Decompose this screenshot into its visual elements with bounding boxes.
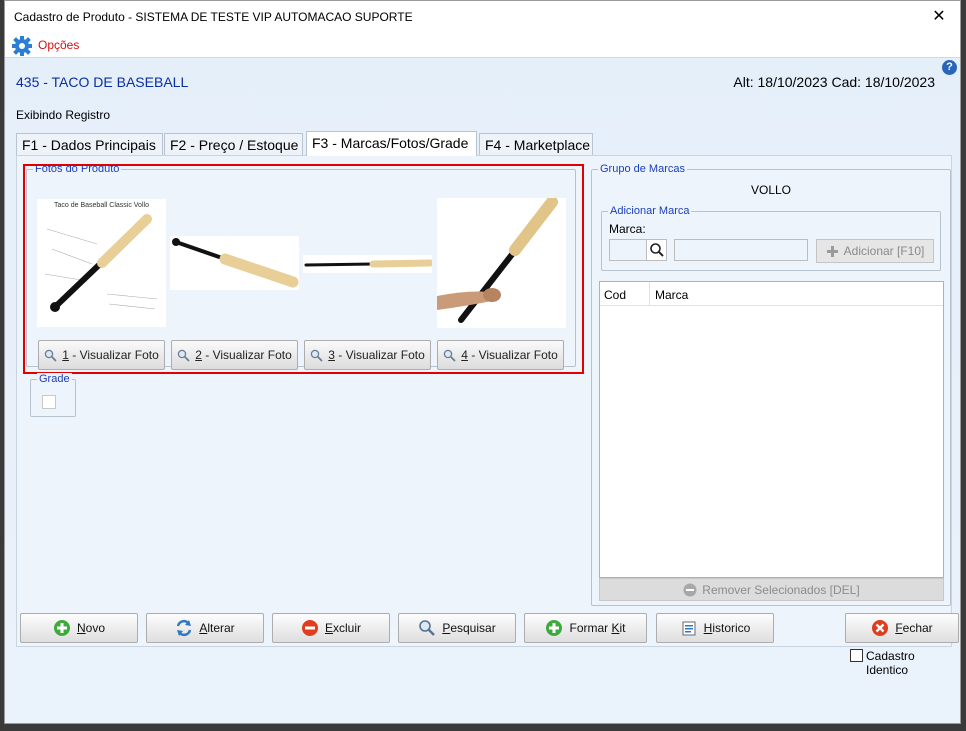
plus-circle-icon bbox=[53, 620, 70, 636]
refresh-icon bbox=[177, 619, 192, 637]
column-cod[interactable]: Cod bbox=[600, 282, 650, 306]
close-icon[interactable]: ✕ bbox=[926, 5, 952, 29]
help-icon[interactable]: ? bbox=[942, 60, 957, 75]
column-marca[interactable]: Marca bbox=[651, 282, 941, 306]
fechar-key: F bbox=[895, 621, 903, 635]
title-bar: Cadastro de Produto - SISTEMA DE TESTE V… bbox=[5, 1, 960, 34]
excluir-label: xcluir bbox=[333, 621, 362, 635]
table-header: Cod Marca bbox=[600, 282, 943, 306]
excluir-button[interactable]: Excluir bbox=[272, 613, 390, 643]
tab-marketplace[interactable]: F4 - Marketplace bbox=[479, 133, 593, 156]
marcas-group: Grupo de Marcas VOLLO Adicionar Marca Ma… bbox=[591, 163, 951, 606]
grade-legend: Grade bbox=[37, 373, 72, 385]
fechar-button[interactable]: Fechar bbox=[845, 613, 959, 643]
formar-kit-key: K bbox=[611, 621, 620, 635]
alterar-label: lterar bbox=[207, 621, 235, 635]
formar-kit-button[interactable]: Formar Kit bbox=[524, 613, 647, 643]
excluir-key: E bbox=[324, 621, 333, 635]
remove-selected-button[interactable]: Remover Selecionados [DEL] bbox=[599, 578, 944, 601]
minus-circle-icon bbox=[301, 620, 318, 636]
search-icon bbox=[419, 620, 436, 636]
marca-name-input[interactable] bbox=[674, 239, 808, 261]
plus-icon bbox=[826, 245, 838, 257]
record-status: Exibindo Registro bbox=[16, 108, 111, 122]
historico-label: istorico bbox=[712, 621, 751, 635]
highlight-box bbox=[23, 164, 584, 374]
marcas-legend: Grupo de Marcas bbox=[598, 163, 687, 175]
remove-selected-label: Remover Selecionados [DEL] bbox=[702, 582, 860, 597]
alterar-button[interactable]: Alterar bbox=[146, 613, 264, 643]
tab-preco-estoque[interactable]: F2 - Preço / Estoque bbox=[164, 133, 303, 156]
pesquisar-button[interactable]: Pesquisar bbox=[398, 613, 516, 643]
grade-checkbox[interactable] bbox=[42, 395, 56, 409]
tab-panel: Fotos do Produto Taco de Baseball Classi… bbox=[16, 155, 952, 647]
marca-search-button[interactable] bbox=[646, 240, 666, 260]
novo-key: N bbox=[76, 621, 86, 635]
fechar-label: echar bbox=[902, 621, 933, 635]
marca-label: Marca: bbox=[609, 222, 646, 236]
tab-dados-principais[interactable]: F1 - Dados Principais bbox=[16, 133, 163, 156]
formar-kit-pre: Formar bbox=[569, 621, 612, 635]
product-title: 435 - TACO DE BASEBALL bbox=[16, 74, 189, 90]
pesquisar-label: esquisar bbox=[450, 621, 496, 635]
add-brand-group: Adicionar Marca Marca: Adicionar [F10] bbox=[601, 205, 941, 271]
marcas-table: Cod Marca bbox=[599, 281, 944, 578]
cadastro-identico-checkbox[interactable] bbox=[850, 649, 863, 662]
add-brand-label: Adicionar [F10] bbox=[843, 244, 925, 258]
window-title: Cadastro de Produto - SISTEMA DE TESTE V… bbox=[14, 10, 413, 24]
menu-opcoes[interactable]: Opções bbox=[38, 38, 79, 52]
cadastro-identico-label: Cadastro Identico bbox=[866, 649, 915, 677]
historico-button[interactable]: Historico bbox=[656, 613, 774, 643]
product-window: Cadastro de Produto - SISTEMA DE TESTE V… bbox=[4, 0, 961, 724]
gear-icon[interactable] bbox=[11, 35, 33, 57]
brand-value: VOLLO bbox=[750, 183, 792, 197]
search-icon bbox=[650, 243, 664, 257]
grade-group: Grade bbox=[30, 373, 76, 417]
tab-marcas-fotos-grade[interactable]: F3 - Marcas/Fotos/Grade bbox=[306, 131, 477, 156]
product-dates: Alt: 18/10/2023 Cad: 18/10/2023 bbox=[733, 74, 935, 90]
close-circle-icon bbox=[872, 620, 889, 636]
minus-circle-icon bbox=[683, 583, 697, 596]
add-brand-legend: Adicionar Marca bbox=[608, 205, 692, 217]
formar-kit-label: it bbox=[619, 621, 626, 635]
novo-label: ovo bbox=[85, 621, 106, 635]
marca-code-input[interactable] bbox=[609, 239, 667, 261]
menu-bar: Opções bbox=[5, 34, 960, 58]
add-brand-button[interactable]: Adicionar [F10] bbox=[816, 239, 934, 263]
history-icon bbox=[682, 621, 696, 636]
plus-circle-icon bbox=[546, 620, 563, 636]
novo-button[interactable]: Novo bbox=[20, 613, 138, 643]
